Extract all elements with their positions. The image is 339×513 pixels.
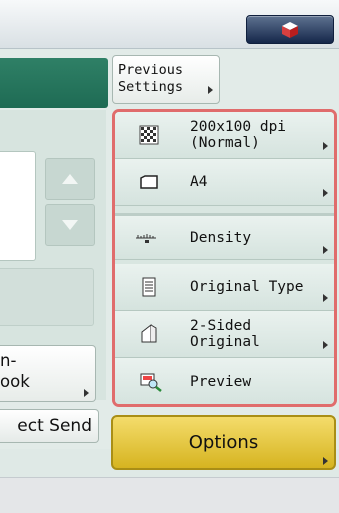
status-monitor-button[interactable]: [246, 15, 334, 44]
scroll-up-button[interactable]: [45, 158, 95, 200]
setting-resolution-text: 200x100 dpi (Normal): [190, 119, 286, 151]
setting-two-sided-line1: 2-Sided: [190, 318, 252, 334]
scroll-down-button[interactable]: [45, 204, 95, 246]
arrow-down-icon: [62, 220, 78, 230]
destination-header: [0, 58, 108, 108]
options-label: Options: [188, 432, 259, 453]
setting-original-type[interactable]: Original Type: [115, 264, 334, 311]
density-icon: [136, 233, 156, 243]
setting-density[interactable]: Density: [115, 213, 334, 260]
bottom-status-bar: [0, 477, 339, 513]
setting-resolution-line1: 200x100 dpi: [190, 119, 287, 135]
two-sided-icon: [141, 324, 157, 343]
previous-settings-label-line2: Settings: [118, 79, 184, 95]
chevron-right-icon: [323, 457, 328, 465]
chevron-right-icon: [323, 341, 328, 349]
setting-two-sided-original[interactable]: 2-Sided Original: [115, 311, 334, 358]
chevron-right-icon: [323, 294, 328, 302]
address-book-label-line2: ook: [0, 372, 30, 391]
cube-monitor-icon: [282, 21, 298, 38]
setting-paper-size[interactable]: A4: [115, 159, 334, 206]
chevron-right-icon: [84, 389, 89, 397]
preview-icon: [140, 373, 162, 392]
chevron-right-icon: [208, 86, 213, 94]
setting-preview-text: Preview: [190, 374, 251, 390]
setting-original-type-line1: Original Type: [190, 279, 304, 295]
setting-paper-size-text: A4: [190, 174, 207, 190]
setting-preview[interactable]: Preview: [115, 358, 334, 404]
destination-list[interactable]: [0, 151, 36, 261]
setting-resolution-line2: (Normal): [190, 135, 260, 151]
previous-settings-button[interactable]: Previous Settings: [112, 55, 220, 104]
arrow-up-icon: [62, 174, 78, 184]
chevron-right-icon: [323, 142, 328, 150]
chevron-right-icon: [323, 189, 328, 197]
previous-settings-label-line1: Previous: [118, 62, 184, 78]
direct-send-button[interactable]: ect Send: [0, 409, 99, 443]
options-button[interactable]: Options: [111, 415, 336, 470]
chevron-right-icon: [323, 246, 328, 254]
setting-two-sided-text: 2-Sided Original: [190, 318, 260, 350]
address-book-label-line1: n-: [0, 351, 17, 370]
setting-resolution[interactable]: 200x100 dpi (Normal): [115, 112, 334, 159]
setting-original-type-text: Original Type: [190, 279, 304, 295]
destination-detail-bar[interactable]: [0, 268, 94, 326]
resolution-icon: [139, 125, 159, 145]
settings-panel: 200x100 dpi (Normal) A4 Density Original…: [112, 109, 337, 407]
setting-paper-size-line1: A4: [190, 174, 208, 190]
original-type-icon: [142, 277, 156, 297]
paper-size-icon: [140, 175, 158, 189]
setting-preview-line1: Preview: [190, 373, 252, 390]
setting-density-text: Density: [190, 230, 251, 246]
top-bar: [0, 0, 339, 49]
direct-send-label: ect Send: [17, 416, 92, 436]
setting-density-line1: Density: [190, 229, 252, 246]
setting-two-sided-line2: Original: [190, 334, 260, 350]
address-book-button[interactable]: n- ook: [0, 345, 96, 402]
